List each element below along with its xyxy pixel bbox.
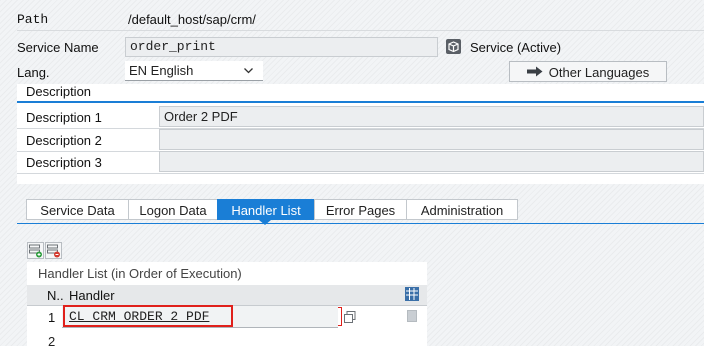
- path-label: Path: [17, 12, 49, 27]
- tab-handler-list[interactable]: Handler List: [217, 199, 315, 220]
- other-languages-button[interactable]: Other Languages: [509, 61, 667, 82]
- row-number: 1: [48, 310, 56, 325]
- description-1-field[interactable]: Order 2 PDF: [159, 106, 704, 127]
- tab-error-pages[interactable]: Error Pages: [314, 199, 407, 220]
- description-3-field[interactable]: [159, 151, 704, 172]
- row-selector-icon[interactable]: [407, 310, 417, 322]
- table-settings-icon[interactable]: [405, 287, 419, 301]
- other-languages-label: Other Languages: [548, 65, 650, 81]
- service-name-field[interactable]: order_print: [125, 37, 438, 57]
- input-end-marker: [338, 307, 342, 326]
- insert-row-icon: [29, 244, 42, 258]
- arrow-right-icon: [526, 63, 543, 82]
- lang-label: Lang.: [17, 65, 50, 80]
- delete-row-icon: [47, 244, 60, 258]
- table-row[interactable]: 2: [27, 329, 427, 346]
- tab-logon-data[interactable]: Logon Data: [128, 199, 218, 220]
- insert-row-button[interactable]: [27, 242, 44, 259]
- column-header-handler[interactable]: Handler: [69, 288, 115, 303]
- description-2-label: Description 2: [26, 133, 102, 148]
- service-status: Service (Active): [470, 40, 562, 55]
- description-3-label: Description 3: [26, 155, 102, 170]
- lang-select-value: EN English: [129, 63, 194, 78]
- tab-service-data[interactable]: Service Data: [26, 199, 129, 220]
- tab-administration[interactable]: Administration: [406, 199, 518, 220]
- lang-select[interactable]: EN English: [125, 61, 263, 81]
- highlight-box: [63, 305, 233, 327]
- service-name-label: Service Name: [17, 40, 99, 55]
- delete-row-button[interactable]: [45, 242, 62, 259]
- value-help-icon[interactable]: [343, 310, 357, 324]
- handler-list-title: Handler List (in Order of Execution): [38, 266, 242, 281]
- description-1-label: Description 1: [26, 110, 102, 125]
- row-number: 2: [48, 334, 56, 346]
- chevron-down-icon: [243, 64, 254, 79]
- path-value: /default_host/sap/crm/: [128, 12, 256, 27]
- description-2-field[interactable]: [159, 129, 704, 150]
- service-object-icon: [446, 39, 461, 54]
- description-title: Description: [26, 84, 92, 99]
- column-header-n[interactable]: N..: [47, 288, 64, 303]
